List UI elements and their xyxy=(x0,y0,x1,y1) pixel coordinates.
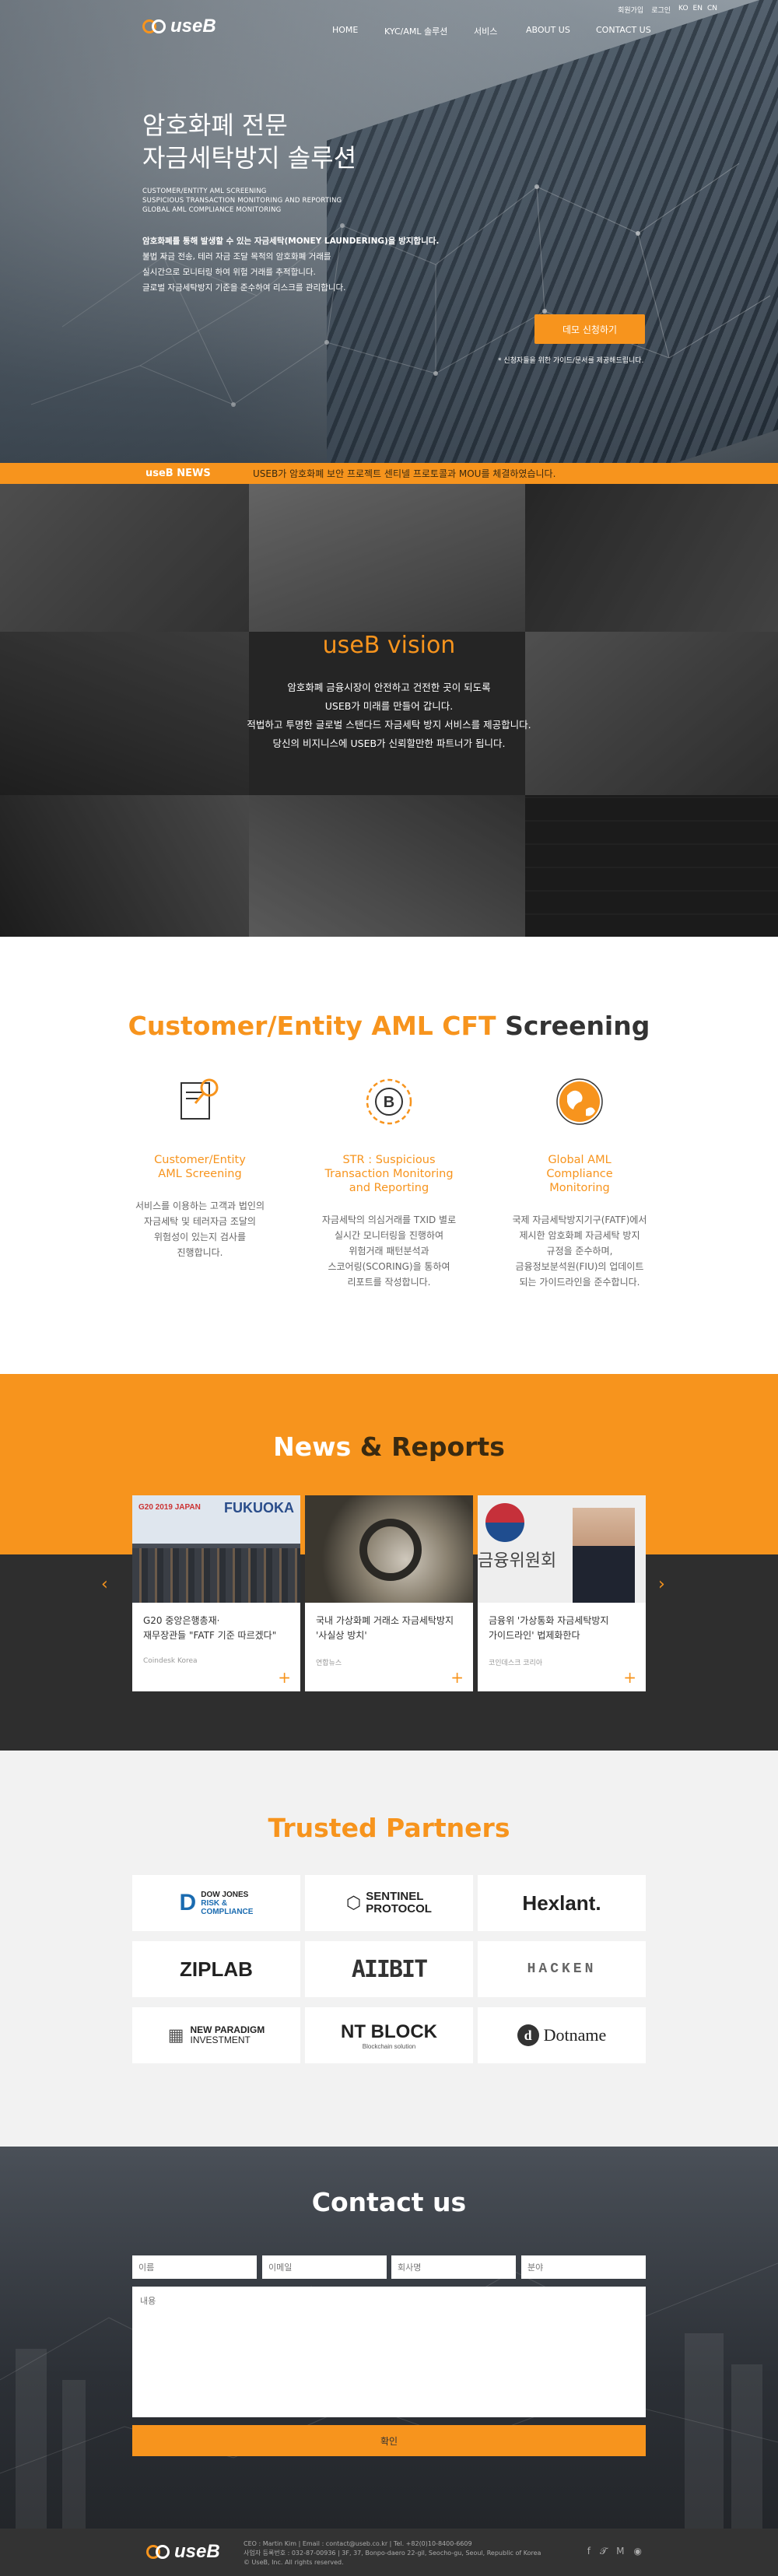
service-global-compliance: Global AML Compliance Monitoring 국제 자금세탁방지… xyxy=(502,1071,657,1290)
nav-about[interactable]: ABOUT US xyxy=(526,25,570,35)
chevron-right-icon[interactable]: › xyxy=(658,1575,665,1594)
news-card[interactable]: 금융위원회 금융위 '가상통화 자금세탁방지 가이드라인' 법제화한다 코인데스크… xyxy=(478,1495,646,1691)
logo-text: useB xyxy=(170,16,216,37)
login-link[interactable]: 로그인 xyxy=(651,5,671,15)
medium-icon[interactable]: M xyxy=(616,2546,624,2557)
bitcoin-monitor-icon: B xyxy=(366,1078,412,1125)
contact-title: Contact us xyxy=(311,2187,467,2217)
service-desc: 국제 자금세탁방지기구(FATF)에서 제시한 암호화폐 자금세탁 방지 규정을 준… xyxy=(512,1214,647,1288)
nav-contact[interactable]: CONTACT US xyxy=(596,25,651,35)
partner-allbit[interactable]: AIIBIT xyxy=(305,1941,473,1997)
partner-ziplab[interactable]: ZIPLAB xyxy=(132,1941,300,1997)
dotname-icon: d xyxy=(517,2024,539,2046)
signup-link[interactable]: 회원가입 xyxy=(618,5,643,15)
chevron-left-icon[interactable]: ‹ xyxy=(101,1575,108,1594)
message-textarea[interactable] xyxy=(132,2287,646,2417)
language-switch: KO EN CN xyxy=(678,5,717,15)
partner-nt-block[interactable]: NT BLOCK Blockchain solution xyxy=(305,2007,473,2063)
service-desc: 서비스를 이용하는 고객과 법인의 자금세탁 및 테러자금 조달의 위험성이 있는지… xyxy=(135,1200,265,1258)
lang-en[interactable]: EN xyxy=(693,5,703,15)
partner-hexlant[interactable]: Hexlant. xyxy=(478,1875,646,1931)
hero-section: 회원가입 로그인 KO EN CN useB HOME KYC/AML 솔루션 … xyxy=(0,0,778,463)
logo[interactable]: useB xyxy=(142,16,216,37)
news-ticker: useB NEWS USEB가 암호화폐 보안 프로젝트 센티넬 프로토콜과 M… xyxy=(0,463,778,484)
news-card-source: Coindesk Korea xyxy=(143,1657,198,1665)
hero-title-line1: 암호화폐 전문 xyxy=(142,110,288,140)
news-image xyxy=(305,1495,473,1603)
footer-logo[interactable]: useB xyxy=(146,2541,220,2563)
svg-text:B: B xyxy=(384,1094,394,1111)
logo-mark-icon xyxy=(142,18,167,35)
plus-icon[interactable]: + xyxy=(278,1670,291,1685)
news-card-title: G20 중앙은행총재· 재무장관들 "FATF 기준 따르겠다" xyxy=(143,1615,277,1641)
ticker-message[interactable]: USEB가 암호화폐 보안 프로젝트 센티넬 프로토콜과 MOU를 체결하였습니… xyxy=(253,467,555,480)
service-aml-screening: Customer/Entity AML Screening 서비스를 이용하는 고… xyxy=(122,1071,278,1260)
contact-section: Contact us 확인 xyxy=(0,2147,778,2529)
nav-home[interactable]: HOME xyxy=(332,25,358,35)
news-image: 금융위원회 xyxy=(478,1495,646,1603)
name-input[interactable] xyxy=(132,2255,257,2279)
news-card[interactable]: FUKUOKA G20 2019 JAPAN G20 중앙은행총재· 재무장관들 … xyxy=(132,1495,300,1691)
news-section: News & Reports ‹ › FUKUOKA G20 2019 JAPA… xyxy=(0,1374,778,1751)
new-paradigm-icon: ▦ xyxy=(167,2025,184,2045)
logo-text: useB xyxy=(174,2541,220,2562)
github-icon[interactable]: ◉ xyxy=(634,2546,642,2557)
footer-info: CEO : Martin Kim | Email : contact@useb.… xyxy=(244,2540,541,2566)
vision-description: 암호화폐 금융시장이 안전하고 건전한 곳이 되도록 USEB가 미래를 만들어… xyxy=(247,682,531,749)
plus-icon[interactable]: + xyxy=(623,1670,636,1685)
hero-subtitle: CUSTOMER/ENTITY AML SCREENING SUSPICIOUS… xyxy=(142,188,342,214)
services-title: Customer/Entity AML CFT Screening xyxy=(128,1011,650,1041)
news-image: FUKUOKA G20 2019 JAPAN xyxy=(132,1495,300,1603)
service-str-monitoring: B STR : Suspicious Transaction Monitoring… xyxy=(311,1071,467,1290)
services-section: Customer/Entity AML CFT Screening Custom… xyxy=(0,937,778,1374)
twitter-icon[interactable]: 𝓣 xyxy=(600,2546,607,2557)
partner-dow-jones[interactable]: D DOW JONES RISK & COMPLIANCE xyxy=(132,1875,300,1931)
nav-service[interactable]: 서비스 xyxy=(474,25,497,37)
partner-hacken[interactable]: HACKEN xyxy=(478,1941,646,1997)
document-search-icon xyxy=(180,1078,219,1120)
vision-section: useB vision 암호화폐 금융시장이 안전하고 건전한 곳이 되도록 U… xyxy=(0,484,778,937)
service-title: Customer/Entity AML Screening xyxy=(154,1154,246,1180)
lang-ko[interactable]: KO xyxy=(678,5,689,15)
hero-title: 암호화폐 전문 자금세탁방지 솔루션 xyxy=(142,109,356,174)
submit-button[interactable]: 확인 xyxy=(132,2425,646,2456)
demo-request-button[interactable]: 데모 신청하기 xyxy=(534,314,645,344)
logo-mark-icon xyxy=(146,2543,171,2560)
vision-title: useB vision xyxy=(322,632,456,659)
news-card-source: 연합뉴스 xyxy=(316,1660,342,1667)
partner-dotname[interactable]: d Dotname xyxy=(478,2007,646,2063)
partners-title: Trusted Partners xyxy=(268,1813,510,1843)
dow-jones-icon: D xyxy=(179,1890,197,1915)
plus-icon[interactable]: + xyxy=(450,1670,464,1685)
news-card-source: 코인데스크 코리아 xyxy=(489,1660,543,1667)
hero-title-line2: 자금세탁방지 솔루션 xyxy=(142,143,357,173)
nav-kyc-aml[interactable]: KYC/AML 솔루션 xyxy=(384,25,447,37)
service-title: STR : Suspicious Transaction Monitoring an… xyxy=(324,1154,454,1194)
facebook-icon[interactable]: f xyxy=(587,2546,591,2557)
partners-section: Trusted Partners D DOW JONES RISK & COMPLI… xyxy=(0,1751,778,2147)
hero-description: 암호화폐를 통해 발생할 수 있는 자금세탁(MONEY LAUNDERING)… xyxy=(142,237,440,293)
partner-sentinel[interactable]: ⬡ SENTINEL PROTOCOL xyxy=(305,1875,473,1931)
news-title: News & Reports xyxy=(273,1432,505,1462)
news-card-title: 국내 가상화폐 거래소 자금세탁방지 '사실상 방치' xyxy=(316,1615,454,1641)
service-desc: 자금세탁의 의심거래를 TXID 별로 실시간 모니터링을 진행하여 위험거래 패턴… xyxy=(321,1214,457,1288)
news-card-title: 금융위 '가상통화 자금세탁방지 가이드라인' 법제화한다 xyxy=(489,1615,609,1641)
globe-icon xyxy=(556,1078,603,1125)
partner-new-paradigm[interactable]: ▦ NEW PARADIGM INVESTMENT xyxy=(132,2007,300,2063)
lang-cn[interactable]: CN xyxy=(707,5,717,15)
social-links: f 𝓣 M ◉ xyxy=(587,2546,642,2557)
service-title: Global AML Compliance Monitoring xyxy=(546,1154,613,1194)
hero-note: * 신청자들을 위한 가이드/문서를 제공해드립니다. xyxy=(498,357,644,365)
news-card[interactable]: 국내 가상화폐 거래소 자금세탁방지 '사실상 방치' 연합뉴스 + xyxy=(305,1495,473,1691)
company-input[interactable] xyxy=(391,2255,516,2279)
email-input[interactable] xyxy=(262,2255,387,2279)
field-input[interactable] xyxy=(521,2255,646,2279)
sentinel-icon: ⬡ xyxy=(346,1893,362,1913)
ticker-label: useB NEWS xyxy=(145,468,211,479)
utility-links: 회원가입 로그인 KO EN CN xyxy=(618,5,717,15)
